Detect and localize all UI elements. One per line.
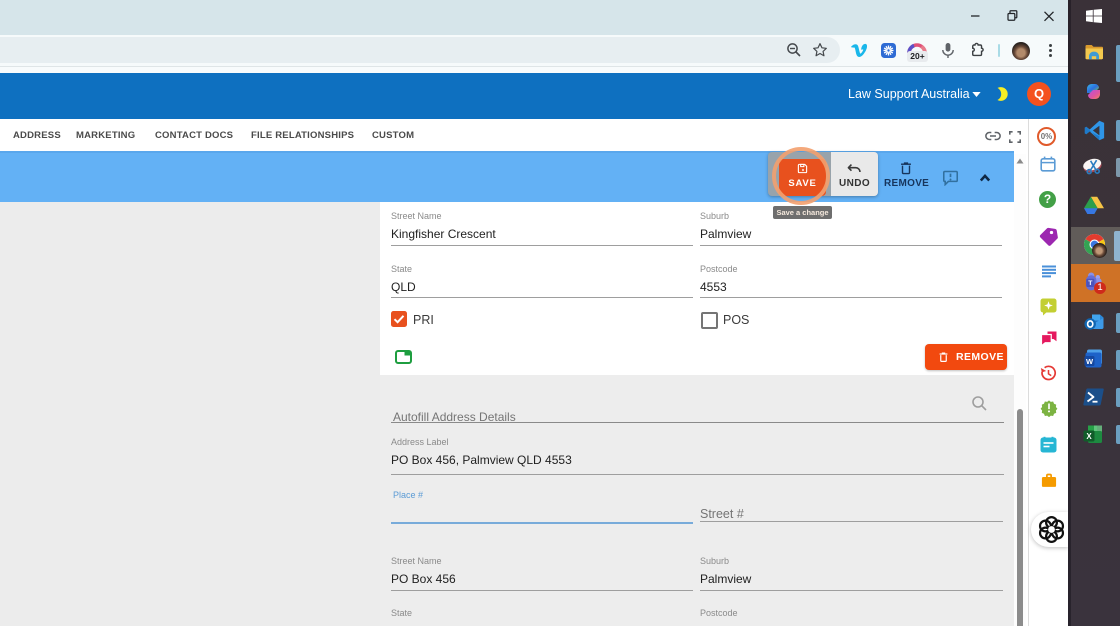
svg-text:W: W [1086, 357, 1094, 366]
svg-text:X: X [1086, 432, 1092, 441]
